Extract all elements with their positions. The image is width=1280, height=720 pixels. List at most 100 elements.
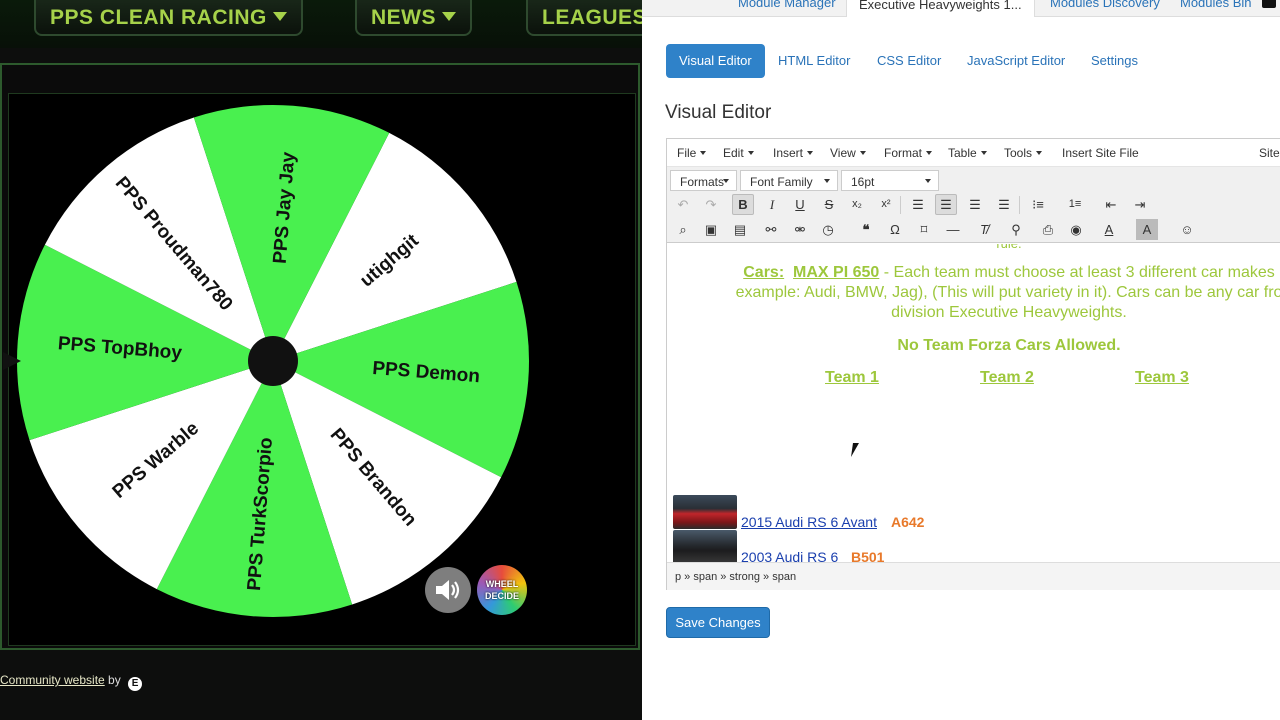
link-icon[interactable]: ⚯ bbox=[760, 219, 782, 240]
menu-label: Edit bbox=[723, 146, 744, 160]
tab-modules-discovery[interactable]: Modules Discovery bbox=[1050, 0, 1160, 10]
font-family-select[interactable]: Font Family bbox=[740, 170, 838, 191]
car-class-rating: A642 bbox=[891, 514, 925, 530]
team-3-heading: Team 3 bbox=[1135, 369, 1189, 386]
chevron-down-icon bbox=[807, 151, 814, 155]
subscript-icon[interactable]: x₂ bbox=[846, 194, 868, 215]
close-icon[interactable] bbox=[1262, 0, 1276, 8]
select-label: 16pt bbox=[851, 175, 875, 189]
clear-format-icon[interactable]: T̸ bbox=[973, 219, 995, 240]
superscript-icon[interactable]: x² bbox=[875, 194, 897, 215]
wheel-decide-logo[interactable]: WHEEL DECIDE bbox=[477, 565, 527, 615]
redo-icon[interactable]: ↷ bbox=[700, 194, 722, 215]
element-path-statusbar: p » span » strong » span bbox=[667, 562, 1280, 590]
content-fragment: rule. bbox=[667, 244, 1280, 251]
image-icon[interactable]: ▣ bbox=[700, 219, 722, 240]
provider-logo-icon[interactable]: E bbox=[128, 677, 143, 691]
menu-view[interactable]: View bbox=[830, 146, 866, 160]
menu-label: Table bbox=[948, 146, 977, 160]
indent-icon[interactable]: ⇥ bbox=[1129, 194, 1151, 215]
spin-wheel[interactable]: utighgitPPS DemonPPS BrandonPPS TurkScor… bbox=[0, 63, 642, 650]
menu-table[interactable]: Table bbox=[948, 146, 987, 160]
text-color-icon[interactable]: A bbox=[1098, 219, 1120, 240]
content-line: Cars: MAX PI 650 - Each team must choose… bbox=[667, 264, 1280, 282]
page-title: Visual Editor bbox=[665, 102, 772, 123]
preview-icon[interactable]: ◉ bbox=[1065, 219, 1087, 240]
align-right-icon[interactable]: ☰ bbox=[964, 194, 986, 215]
find-replace-icon[interactable]: ⚲ bbox=[1005, 219, 1027, 240]
car-thumbnail[interactable] bbox=[673, 530, 737, 562]
numbered-list-icon[interactable]: 1≡ bbox=[1064, 194, 1086, 215]
tab-visual-editor[interactable]: Visual Editor bbox=[666, 44, 765, 78]
chevron-down-icon bbox=[980, 151, 987, 155]
chevron-down-icon bbox=[1036, 151, 1043, 155]
menu-format[interactable]: Format bbox=[884, 146, 933, 160]
nav-news[interactable]: NEWS bbox=[355, 0, 472, 36]
outdent-icon[interactable]: ⇤ bbox=[1100, 194, 1122, 215]
content-line: example: Audi, BMW, Jag), (This will put… bbox=[735, 284, 1280, 301]
strikethrough-icon[interactable]: S bbox=[818, 194, 840, 215]
nav-leagues[interactable]: LEAGUES bbox=[526, 0, 642, 36]
community-website-link[interactable]: Community website bbox=[0, 673, 105, 687]
horizontal-rule-icon[interactable]: — bbox=[942, 219, 964, 240]
sound-toggle-button[interactable] bbox=[425, 567, 471, 613]
wheel-hub[interactable] bbox=[248, 336, 298, 386]
chevron-down-icon bbox=[824, 179, 830, 183]
menu-site[interactable]: Site bbox=[1259, 146, 1280, 160]
editor-menubar: File Edit Insert View Format Table Tools… bbox=[667, 139, 1280, 167]
align-center-icon[interactable]: ☰ bbox=[935, 194, 957, 215]
tab-module-manager[interactable]: Module Manager bbox=[738, 0, 836, 10]
car-thumbnail[interactable] bbox=[673, 495, 737, 529]
bullet-list-icon[interactable]: ⁝≡ bbox=[1027, 194, 1049, 215]
tab-html-editor[interactable]: HTML Editor bbox=[765, 44, 863, 78]
menu-insert[interactable]: Insert bbox=[773, 146, 814, 160]
font-size-select[interactable]: 16pt bbox=[841, 170, 939, 191]
special-char-icon[interactable]: Ω bbox=[884, 219, 906, 240]
menu-label: Insert bbox=[773, 146, 804, 160]
chevron-down-icon bbox=[747, 151, 754, 155]
rich-text-editor: File Edit Insert View Format Table Tools… bbox=[666, 138, 1280, 590]
car-link[interactable]: 2015 Audi RS 6 Avant bbox=[741, 514, 877, 530]
footer-by: by bbox=[108, 673, 121, 687]
underline-icon[interactable]: U bbox=[789, 194, 811, 215]
menu-edit[interactable]: Edit bbox=[723, 146, 754, 160]
menu-label: Tools bbox=[1004, 146, 1033, 160]
background-color-icon[interactable]: A bbox=[1136, 219, 1158, 240]
italic-icon[interactable]: I bbox=[761, 194, 783, 215]
nav-label: PPS CLEAN RACING bbox=[50, 6, 267, 29]
justify-icon[interactable]: ☰ bbox=[993, 194, 1015, 215]
tab-settings[interactable]: Settings bbox=[1078, 44, 1151, 78]
tab-css-editor[interactable]: CSS Editor bbox=[864, 44, 954, 78]
undo-icon[interactable]: ↶ bbox=[672, 194, 694, 215]
menu-insert-site-file[interactable]: Insert Site File bbox=[1062, 146, 1139, 160]
select-label: Formats bbox=[680, 175, 725, 189]
unlink-icon[interactable]: ⚮ bbox=[789, 219, 811, 240]
emoticon-icon[interactable]: ☺ bbox=[1176, 219, 1198, 240]
chevron-down-icon bbox=[859, 151, 866, 155]
tab-javascript-editor[interactable]: JavaScript Editor bbox=[954, 44, 1078, 78]
save-changes-button[interactable]: Save Changes bbox=[666, 607, 770, 638]
tab-executive-heavyweights[interactable]: Executive Heavyweights 1... bbox=[846, 0, 1035, 17]
bookmark-icon[interactable]: ⌑ bbox=[913, 219, 935, 240]
formats-select[interactable]: Formats bbox=[670, 170, 737, 191]
toolbar-divider bbox=[1019, 196, 1020, 214]
editor-content[interactable]: rule. Cars: MAX PI 650 - Each team must … bbox=[667, 244, 1280, 562]
menu-file[interactable]: File bbox=[677, 146, 707, 160]
bold-icon[interactable]: B bbox=[732, 194, 754, 215]
cars-label: Cars: bbox=[743, 264, 785, 281]
team-2-heading: Team 2 bbox=[980, 369, 1034, 386]
clock-icon[interactable]: ◷ bbox=[817, 219, 839, 240]
speaker-icon bbox=[436, 580, 460, 600]
align-left-icon[interactable]: ☰ bbox=[907, 194, 929, 215]
menu-tools[interactable]: Tools bbox=[1004, 146, 1043, 160]
menu-label: File bbox=[677, 146, 697, 160]
site-top-nav: PPS CLEAN RACING NEWS LEAGUES bbox=[0, 0, 642, 48]
media-icon[interactable]: ▤ bbox=[729, 219, 751, 240]
caret-down-icon bbox=[442, 12, 456, 21]
print-icon[interactable]: ⎙ bbox=[1037, 219, 1059, 240]
find-file-icon[interactable]: ⌕ bbox=[672, 219, 694, 240]
tab-modules-bin[interactable]: Modules Bin bbox=[1180, 0, 1252, 10]
blockquote-icon[interactable]: ❝ bbox=[855, 219, 877, 240]
car-link[interactable]: 2003 Audi RS 6 bbox=[741, 549, 838, 562]
nav-pps-clean-racing[interactable]: PPS CLEAN RACING bbox=[34, 0, 303, 36]
